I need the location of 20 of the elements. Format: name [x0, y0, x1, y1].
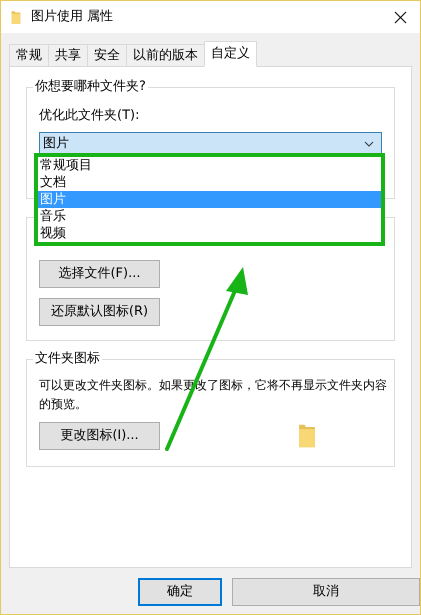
group-title: 你想要哪种文件夹?: [33, 79, 148, 95]
dialog-button[interactable]: 确定: [138, 578, 222, 606]
chevron-down-icon: [364, 140, 374, 146]
dropdown-option[interactable]: 文档: [38, 174, 381, 190]
dialog-button[interactable]: 更改图标(I)...: [39, 422, 160, 450]
group-title: 文件夹图标: [33, 351, 102, 367]
dropdown-option[interactable]: 视频: [38, 224, 381, 242]
folder-icon: [298, 422, 316, 450]
dialog-button[interactable]: 取消: [232, 578, 420, 606]
dialog-button[interactable]: 还原默认图标(R): [39, 298, 160, 326]
window-title: 图片使用 属性: [31, 8, 114, 26]
dropdown[interactable]: 图片: [39, 132, 382, 156]
folder-icon: [11, 10, 21, 24]
tab[interactable]: 常规: [9, 44, 49, 67]
dropdown-option[interactable]: 音乐: [38, 208, 381, 224]
dropdown-option[interactable]: 常规项目: [38, 156, 381, 174]
dialog-button[interactable]: 选择文件(F)...: [39, 260, 160, 288]
close-icon: [394, 10, 406, 24]
field-label: 优化此文件夹(T):: [39, 107, 140, 125]
tab[interactable]: 自定义: [204, 41, 257, 67]
